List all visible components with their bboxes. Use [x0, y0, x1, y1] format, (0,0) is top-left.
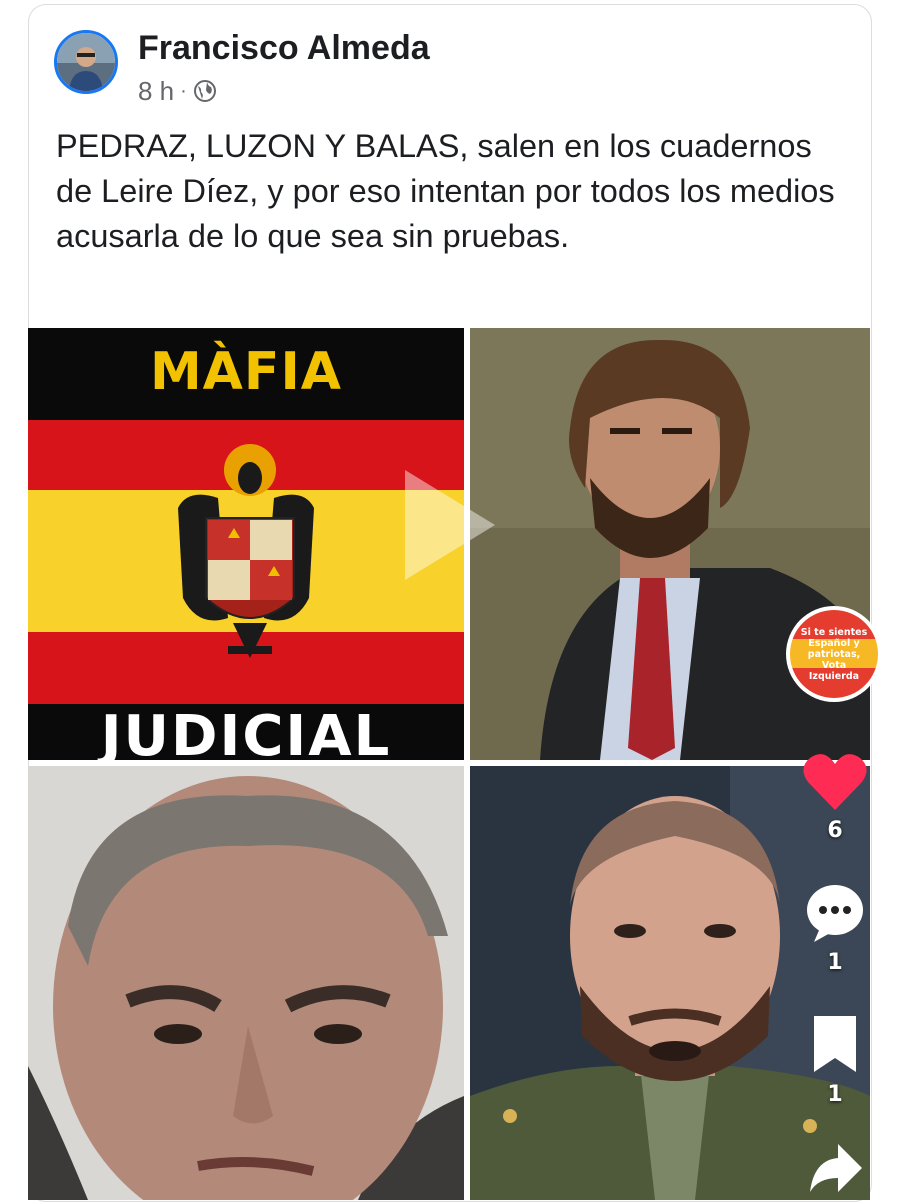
vote-sticker-badge: Si te sientes Español y patriotas, Vota …	[790, 610, 878, 698]
like-count: 6	[827, 818, 843, 843]
globe-icon[interactable]	[193, 79, 217, 103]
bookmark-icon[interactable]	[810, 1014, 860, 1074]
post-meta: 8 h ·	[138, 75, 217, 107]
heart-icon[interactable]	[802, 752, 868, 812]
comment-count: 1	[827, 950, 843, 975]
vote-sticker-text: Si te sientes Español y patriotas, Vota …	[800, 626, 868, 682]
comment-icon[interactable]	[804, 882, 866, 944]
author-avatar[interactable]	[54, 30, 118, 94]
share-icon[interactable]	[808, 1140, 864, 1196]
play-icon[interactable]	[405, 470, 495, 580]
meta-separator: ·	[180, 79, 187, 102]
image-tile-flag[interactable]: MÀFIA JUDICIAL	[28, 328, 464, 760]
image-tile-portrait-2[interactable]	[28, 766, 464, 1200]
post-time[interactable]: 8 h	[138, 76, 174, 107]
post-text: PEDRAZ, LUZON Y BALAS, salen en los cuad…	[56, 128, 835, 254]
tile-top-text: MÀFIA	[149, 342, 343, 402]
vote-sticker: Si te sientes Español y patriotas, Vota …	[786, 606, 882, 702]
save-count: 1	[827, 1082, 843, 1107]
author-name[interactable]: Francisco Almeda	[138, 29, 430, 68]
tile-bottom-text: JUDICIAL	[100, 704, 392, 760]
image-tile-portrait-3[interactable]	[470, 766, 870, 1200]
